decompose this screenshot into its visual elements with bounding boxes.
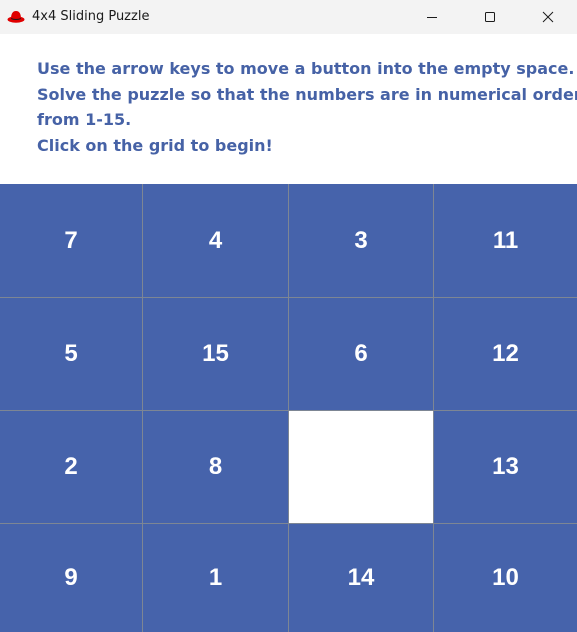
puzzle-grid[interactable]: 7 4 3 11 5 15 6 12 2 8 13 9 1 14 10 bbox=[0, 184, 577, 632]
puzzle-tile[interactable]: 1 bbox=[143, 524, 288, 632]
puzzle-tile[interactable]: 11 bbox=[434, 184, 577, 297]
close-icon bbox=[542, 8, 554, 27]
puzzle-tile[interactable]: 2 bbox=[0, 411, 142, 523]
title-bar[interactable]: 4x4 Sliding Puzzle bbox=[0, 0, 577, 34]
minimize-button[interactable] bbox=[403, 0, 461, 34]
puzzle-tile[interactable]: 9 bbox=[0, 524, 142, 632]
puzzle-tile[interactable]: 6 bbox=[289, 298, 433, 410]
puzzle-tile[interactable]: 10 bbox=[434, 524, 577, 632]
instruction-line: from 1-15. bbox=[37, 110, 132, 129]
puzzle-tile[interactable]: 14 bbox=[289, 524, 433, 632]
puzzle-tile[interactable]: 13 bbox=[434, 411, 577, 523]
puzzle-tile[interactable]: 5 bbox=[0, 298, 142, 410]
puzzle-window: 4x4 Sliding Puzzle Use the arrow keys to… bbox=[0, 0, 577, 632]
empty-tile[interactable] bbox=[289, 411, 433, 523]
puzzle-tile[interactable]: 12 bbox=[434, 298, 577, 410]
minimize-icon bbox=[426, 8, 438, 27]
puzzle-tile[interactable]: 8 bbox=[143, 411, 288, 523]
maximize-button[interactable] bbox=[461, 0, 519, 34]
red-hat-icon bbox=[7, 8, 25, 24]
instruction-line: Click on the grid to begin! bbox=[37, 135, 273, 155]
window-title: 4x4 Sliding Puzzle bbox=[32, 9, 150, 24]
close-button[interactable] bbox=[519, 0, 577, 34]
instructions-text: Use the arrow keys to move a button into… bbox=[37, 56, 577, 158]
puzzle-tile[interactable]: 7 bbox=[0, 184, 142, 297]
maximize-icon bbox=[484, 8, 496, 27]
puzzle-tile[interactable]: 15 bbox=[143, 298, 288, 410]
instruction-line: Use the arrow keys to move a button into… bbox=[37, 59, 575, 78]
instruction-line: Solve the puzzle so that the numbers are… bbox=[37, 84, 577, 104]
puzzle-tile[interactable]: 3 bbox=[289, 184, 433, 297]
puzzle-tile[interactable]: 4 bbox=[143, 184, 288, 297]
